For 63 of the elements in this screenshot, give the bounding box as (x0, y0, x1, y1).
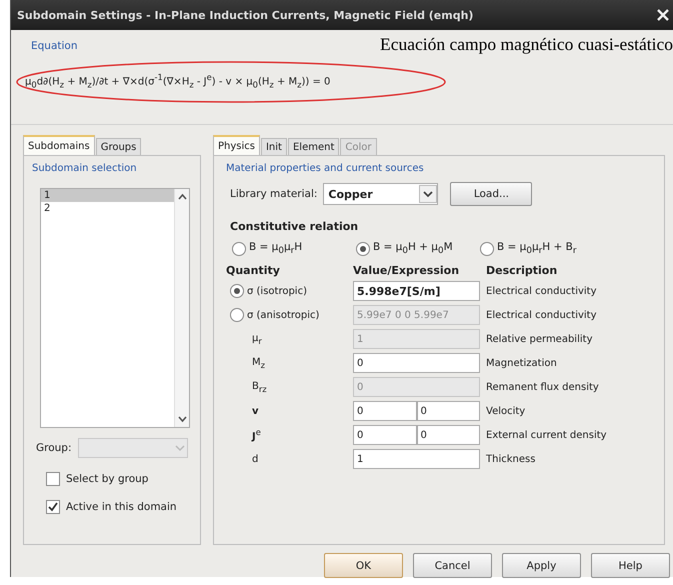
quantity-label: M$_{z}$ (252, 356, 266, 370)
description-text: External current density (486, 430, 608, 441)
checkbox[interactable] (46, 500, 60, 514)
section-heading: Constitutive relation (230, 220, 360, 233)
value-field[interactable]: 0 (353, 401, 416, 422)
radio-label: B = μ$_{0}$H + μ$_{0}$M (373, 241, 453, 256)
material-dropdown[interactable]: Copper (323, 183, 438, 205)
description-text: Electrical conductivity (486, 310, 598, 321)
section-title: Equation (30, 39, 79, 54)
checkbox-label: Select by group (66, 473, 148, 485)
radio-button[interactable] (232, 242, 246, 256)
section-title: Material properties and current sources (226, 163, 424, 174)
quantity-label: v (252, 406, 259, 417)
value-field[interactable]: 0 (353, 353, 480, 374)
close-icon[interactable] (657, 9, 669, 21)
tab[interactable]: Init (260, 138, 287, 155)
description-text: Relative permeability (486, 334, 594, 345)
quantity-label: σ (anisotropic) (247, 310, 320, 321)
dialog-button[interactable]: Help (591, 553, 670, 578)
load-button[interactable]: Load... (450, 182, 532, 206)
subdomain-list[interactable]: 1 2 (40, 188, 190, 428)
quantity-label: J$^{e}$ (252, 427, 261, 443)
dialog-button[interactable]: Apply (502, 553, 581, 578)
value-field[interactable]: 0 (353, 425, 416, 446)
equation-text: μ$_{0}$d∂(H$_{z}$ + M$_{z}$)/∂t + ∇×d(σ$^{-1}$(∇×H$_{z}$ - J$^{e}$) - v × μ$_{0}$(H$_{z}$ + M$_{z}$)) = 0 (25, 72, 330, 90)
radio-button[interactable] (356, 242, 370, 256)
quantity-label: σ (isotropic) (247, 286, 307, 297)
value-field[interactable]: 0 (416, 401, 480, 422)
radio-label: B = μ$_{0}$μ$_{r}$H (249, 241, 302, 256)
quantity-label: d (252, 454, 258, 465)
chevron-down-icon[interactable] (419, 185, 438, 203)
value-field[interactable]: 1 (353, 449, 480, 470)
tab[interactable]: Subdomains (23, 135, 95, 155)
column-header: Value/Expression (353, 264, 460, 278)
dialog-button[interactable]: Cancel (413, 553, 492, 578)
description-text: Thickness (486, 454, 536, 465)
checkbox-label: Active in this domain (66, 501, 177, 513)
checkbox[interactable] (46, 472, 60, 486)
field-label: Group: (36, 442, 72, 454)
description-text: Velocity (486, 406, 526, 417)
section-title: Subdomain selection (32, 163, 137, 174)
description-text: Remanent flux density (486, 382, 600, 393)
column-header: Quantity (226, 264, 281, 278)
quantity-label: μ$_{r}$ (252, 332, 262, 346)
radio-button[interactable] (230, 284, 244, 298)
quantity-label: B$_{rz}$ (252, 380, 267, 394)
list-item[interactable]: 1 (41, 189, 174, 202)
column-header: Description (486, 264, 558, 278)
window-title: Subdomain Settings - In-Plane Induction Currents, Magnetic Field (emqh) (17, 8, 474, 22)
annotation-text: Ecuación campo magnético cuasi-estático (380, 34, 673, 55)
value-field[interactable]: 5.998e7[S/m] (353, 281, 480, 302)
radio-button[interactable] (480, 242, 494, 256)
value-field[interactable]: 0 (416, 425, 480, 446)
radio-label: B = μ$_{0}$μ$_{r}$H + B$_{r}$ (497, 241, 576, 256)
description-text: Electrical conductivity (486, 286, 598, 297)
tab[interactable]: Element (288, 138, 340, 155)
description-text: Magnetization (486, 358, 558, 369)
dialog-button[interactable]: OK (324, 553, 403, 578)
radio-button[interactable] (230, 308, 244, 322)
list-item[interactable]: 2 (41, 202, 174, 215)
field-label: Library material: (230, 188, 318, 200)
tab[interactable]: Groups (96, 138, 142, 155)
tab[interactable]: Physics (213, 135, 260, 155)
